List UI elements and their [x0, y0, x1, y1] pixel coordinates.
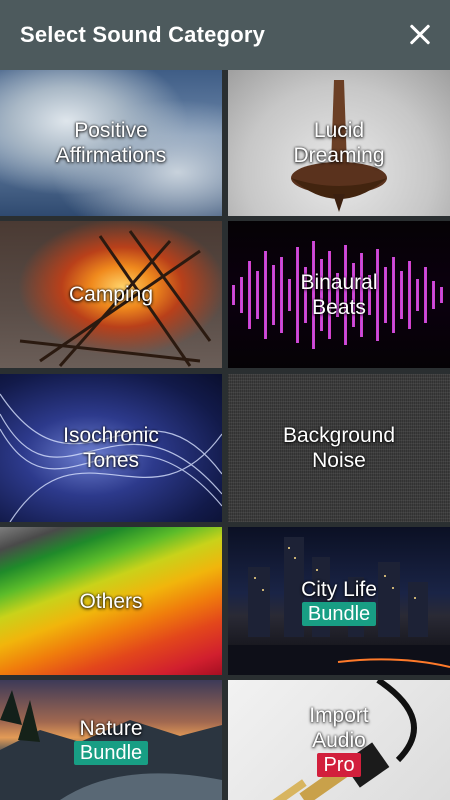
category-binaural-beats[interactable]: Binaural Beats — [228, 221, 450, 368]
category-positive-affirmations[interactable]: Positive Affirmations — [0, 70, 222, 216]
bundle-badge: Bundle — [301, 601, 377, 626]
category-label: Lucid Dreaming — [293, 119, 385, 167]
category-label: Background Noise — [282, 424, 396, 472]
category-label: Others — [79, 589, 143, 613]
category-lucid-dreaming[interactable]: Lucid Dreaming — [228, 70, 450, 216]
category-label: Isochronic Tones — [63, 424, 159, 472]
page-title: Select Sound Category — [20, 22, 266, 47]
category-camping[interactable]: Camping — [0, 221, 222, 368]
category-label: Nature — [79, 716, 143, 740]
category-label: Positive Affirmations — [55, 119, 167, 167]
category-nature[interactable]: Nature Bundle — [0, 680, 222, 800]
category-label: City Life — [301, 577, 377, 601]
close-icon[interactable] — [406, 21, 434, 49]
category-isochronic-tones[interactable]: Isochronic Tones — [0, 374, 222, 522]
category-others[interactable]: Others — [0, 527, 222, 675]
category-city-life[interactable]: City Life Bundle — [228, 527, 450, 675]
category-label: Binaural Beats — [300, 270, 378, 319]
category-label: Import Audio — [309, 704, 369, 752]
top-bar: Select Sound Category — [0, 0, 450, 70]
category-import-audio[interactable]: Import Audio Pro — [228, 680, 450, 800]
category-background-noise[interactable]: Background Noise — [228, 374, 450, 522]
bundle-badge: Bundle — [73, 740, 149, 765]
pro-badge: Pro — [317, 753, 361, 777]
category-label: Camping — [68, 283, 154, 306]
category-grid: Positive Affirmations Lucid Dreaming Cam… — [0, 70, 450, 800]
